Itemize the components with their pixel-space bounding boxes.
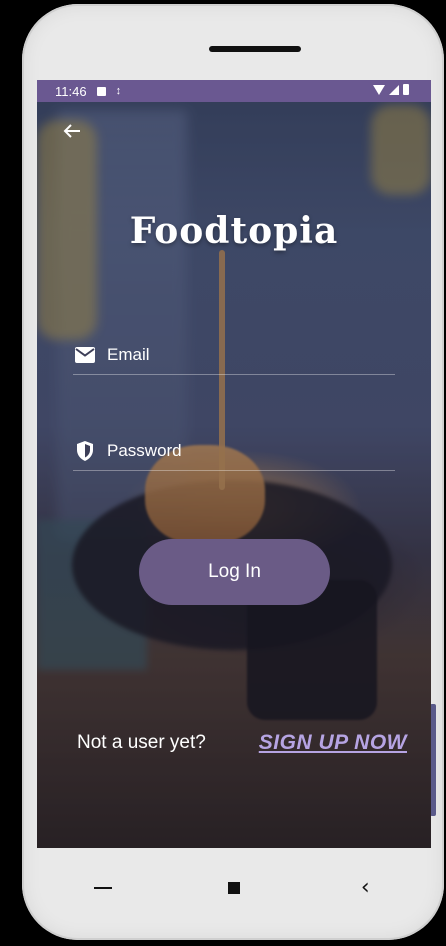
arrow-left-icon[interactable] [59, 120, 85, 146]
password-field[interactable] [73, 432, 395, 471]
password-input[interactable] [107, 441, 377, 461]
status-time: 11:46 [55, 83, 87, 99]
shield-glyph [77, 441, 93, 461]
home-icon [227, 882, 240, 894]
chevron-left-icon: ‹ [360, 875, 370, 900]
notification-icon [96, 86, 106, 96]
signup-link[interactable]: SIGN UP NOW [259, 731, 407, 755]
arrow-left-glyph [63, 124, 80, 138]
mail-glyph [75, 347, 95, 363]
email-field[interactable] [73, 336, 395, 375]
recents-icon [93, 887, 112, 889]
wifi-icon [373, 84, 385, 95]
signup-prompt: Not a user yet? [77, 732, 206, 753]
back-nav-button[interactable]: ‹ [335, 858, 395, 918]
battery-icon [403, 84, 409, 95]
usb-icon: ↕ [115, 85, 122, 97]
signup-row: Not a user yet? SIGN UP NOW [77, 728, 407, 758]
signal-icon [389, 84, 399, 95]
system-nav-bar: ‹ [37, 848, 431, 928]
app-screen: 11:46 ↕ Foodtopia L [37, 80, 431, 848]
status-right-icons [373, 84, 409, 95]
login-button[interactable]: Log In [139, 539, 330, 605]
email-input[interactable] [107, 345, 377, 365]
mail-icon [73, 343, 97, 367]
phone-speaker [209, 46, 301, 52]
app-title: Foodtopia [129, 210, 339, 252]
home-nav-button[interactable] [204, 858, 264, 918]
recents-nav-button[interactable] [73, 858, 133, 918]
shield-icon [73, 439, 97, 463]
status-bar: 11:46 ↕ [37, 80, 431, 102]
